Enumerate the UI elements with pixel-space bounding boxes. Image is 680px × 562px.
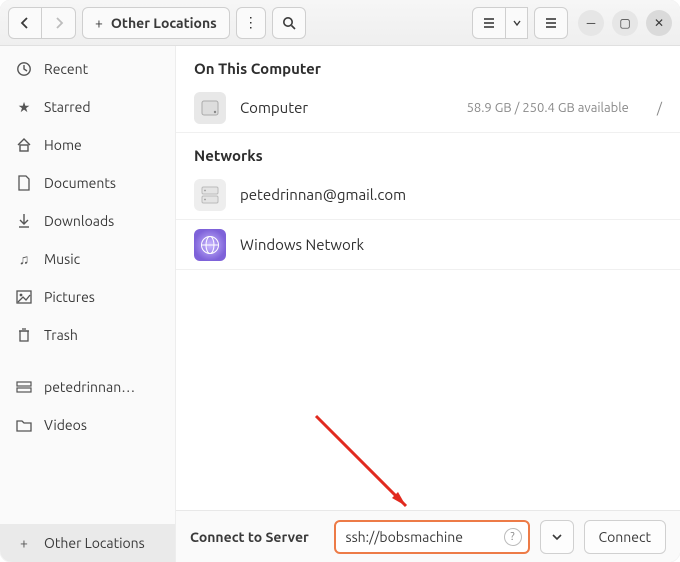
view-switcher [472,7,528,39]
search-button[interactable] [272,7,306,39]
help-icon[interactable]: ? [504,528,522,546]
sidebar-item-starred[interactable]: ★ Starred [0,88,175,126]
drive-icon [16,379,32,395]
row-mount: / [657,100,662,116]
row-label: petedrinnan@gmail.com [240,186,406,203]
connect-footer: Connect to Server ? Connect [176,510,680,562]
close-icon: ✕ [654,16,664,30]
sidebar-item-label: Starred [44,99,91,115]
list-icon [482,16,496,30]
close-button[interactable]: ✕ [646,10,672,36]
sidebar-item-documents[interactable]: Documents [0,164,175,202]
sidebar: Recent ★ Starred Home Documents Download… [0,46,176,562]
plus-icon: + [95,15,103,31]
sidebar-item-label: Videos [44,417,87,433]
hamburger-menu-button[interactable] [534,7,568,39]
sidebar-item-label: petedrinnan… [44,379,135,395]
maximize-button[interactable]: ▢ [612,10,638,36]
sidebar-item-label: Trash [44,327,78,343]
path-label: Other Locations [111,15,217,31]
server-address-input-wrap: ? [334,520,530,554]
clock-icon [16,61,32,77]
sidebar-item-home[interactable]: Home [0,126,175,164]
sidebar-item-label: Other Locations [44,535,145,551]
network-globe-icon [194,229,226,261]
server-address-input[interactable] [346,529,500,545]
minimize-button[interactable]: ─ [578,10,604,36]
sidebar-item-other-locations[interactable]: + Other Locations [0,524,175,562]
sidebar-item-label: Pictures [44,289,95,305]
server-history-dropdown[interactable] [540,520,574,554]
vertical-dots-icon: ⋮ [244,14,258,31]
drive-icon [194,92,226,124]
trash-icon [16,327,32,343]
server-icon [194,179,226,211]
chevron-down-icon [513,19,521,27]
forward-button[interactable] [42,7,76,39]
sidebar-item-label: Downloads [44,213,114,229]
sidebar-item-label: Documents [44,175,116,191]
sidebar-item-mount-remote[interactable]: petedrinnan… [0,368,175,406]
nav-back-forward [8,7,76,39]
plus-icon: + [16,535,32,551]
sidebar-item-downloads[interactable]: Downloads [0,202,175,240]
connect-button[interactable]: Connect [584,520,667,554]
sidebar-item-label: Recent [44,61,88,77]
home-icon [16,137,32,153]
connect-button-label: Connect [599,529,652,545]
main-pane: On This Computer Computer 58.9 GB / 250.… [176,46,680,562]
sidebar-item-trash[interactable]: Trash [0,316,175,354]
row-windows-network[interactable]: Windows Network [176,220,680,270]
connect-label: Connect to Server [190,529,309,545]
sidebar-item-label: Music [44,251,80,267]
menu-dots-button[interactable]: ⋮ [236,7,266,39]
row-network-account[interactable]: petedrinnan@gmail.com [176,170,680,220]
row-label: Computer [240,99,308,116]
sidebar-item-recent[interactable]: Recent [0,50,175,88]
chevron-down-icon [552,532,562,542]
music-icon: ♫ [16,251,32,267]
headerbar: + Other Locations ⋮ ─ ▢ ✕ [0,0,680,46]
list-view-button[interactable] [472,7,506,39]
hamburger-icon [544,16,558,30]
sidebar-item-label: Home [44,137,82,153]
row-computer[interactable]: Computer 58.9 GB / 250.4 GB available / [176,83,680,133]
sidebar-item-pictures[interactable]: Pictures [0,278,175,316]
section-on-this-computer: On This Computer [176,46,680,83]
section-networks: Networks [176,133,680,170]
star-icon: ★ [16,99,32,115]
picture-icon [16,289,32,305]
window-controls: ─ ▢ ✕ [578,10,672,36]
download-icon [16,213,32,229]
view-dropdown-button[interactable] [506,7,528,39]
maximize-icon: ▢ [619,16,630,30]
pathbar[interactable]: + Other Locations [82,7,230,39]
row-label: Windows Network [240,236,364,253]
search-icon [282,16,296,30]
sidebar-item-music[interactable]: ♫ Music [0,240,175,278]
document-icon [16,175,32,191]
back-button[interactable] [8,7,42,39]
sidebar-item-videos[interactable]: Videos [0,406,175,444]
folder-icon [16,417,32,433]
minimize-icon: ─ [587,16,596,30]
row-info: 58.9 GB / 250.4 GB available [467,101,629,115]
